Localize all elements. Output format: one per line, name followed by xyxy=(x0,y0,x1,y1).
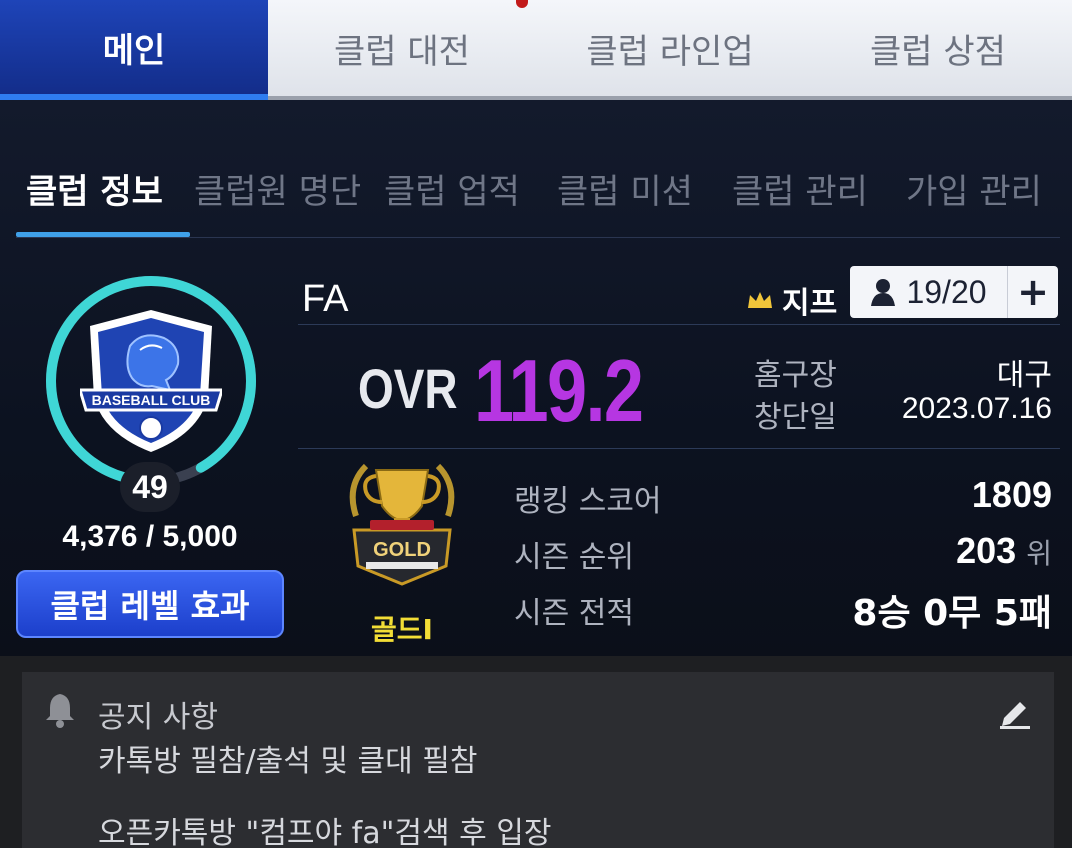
club-master: 지프 xyxy=(746,278,837,322)
tier-badge-text: GOLD xyxy=(373,539,431,561)
tab-club-lineup[interactable]: 클럽 라인업 xyxy=(536,0,804,96)
ranking-score-value: 1809 xyxy=(971,474,1052,515)
season-rank-label: 시즌 순위 xyxy=(514,540,634,575)
tab-club-missions[interactable]: 클럽 미션 xyxy=(557,164,693,213)
crown-icon xyxy=(748,292,772,308)
home-stadium-value: 대구 xyxy=(996,359,1052,392)
ranking-score-label: 랭킹 스코어 xyxy=(514,484,662,519)
season-rank-unit: 위 xyxy=(1026,537,1052,570)
notice-line-2: 오픈카톡방 "컴프야 fa"검색 후 입장 xyxy=(98,816,552,848)
ovr-divider xyxy=(298,448,1060,449)
tab-main[interactable]: 메인 xyxy=(0,0,268,100)
top-tab-bar: 메인 클럽 대전 클럽 라인업 클럽 상점 xyxy=(0,0,1072,100)
emblem-text: BASEBALL CLUB xyxy=(92,392,211,408)
club-name: FA xyxy=(302,278,349,320)
founded-value: 2023.07.16 xyxy=(901,392,1052,425)
club-level-badge: 49 xyxy=(120,462,180,512)
member-count-text: 19/20 xyxy=(906,273,987,310)
season-rank: 203 위 xyxy=(956,530,1052,572)
gold-tier-icon: GOLD xyxy=(349,463,455,586)
member-count[interactable]: 19/20 xyxy=(850,266,1008,318)
tab-club-shop[interactable]: 클럽 상점 xyxy=(804,0,1072,96)
tab-club-achievements[interactable]: 클럽 업적 xyxy=(384,164,520,213)
person-icon xyxy=(871,279,896,306)
tab-club-management[interactable]: 클럽 관리 xyxy=(732,164,868,213)
add-member-button[interactable]: + xyxy=(1008,266,1058,318)
bell-icon xyxy=(46,694,74,728)
edit-pencil-icon[interactable] xyxy=(998,694,1032,730)
header-divider xyxy=(298,324,1060,325)
club-emblem: BASEBALL CLUB xyxy=(80,310,222,452)
member-count-box: 19/20 + xyxy=(850,266,1058,318)
notice-title: 공지 사항 xyxy=(98,700,218,735)
ovr-value: 119.2 xyxy=(474,341,644,440)
tab-club-members[interactable]: 클럽원 명단 xyxy=(194,164,361,213)
home-stadium-label: 홈구장 xyxy=(754,358,837,393)
season-rank-value: 203 xyxy=(956,530,1017,571)
club-exp: 4,376 / 5,000 xyxy=(62,520,238,553)
founded-label: 창단일 xyxy=(754,400,837,435)
tab-join-management[interactable]: 가입 관리 xyxy=(906,164,1042,213)
season-record-value: 8승 0무 5패 xyxy=(852,593,1052,634)
ovr-label: OVR xyxy=(358,357,458,420)
club-master-name: 지프 xyxy=(782,286,838,321)
season-record-label: 시즌 전적 xyxy=(514,596,634,631)
tier-name: 골드I xyxy=(371,613,433,646)
active-tab-indicator xyxy=(16,232,190,237)
notice-line-1: 카톡방 필참/출석 및 클대 필참 xyxy=(98,744,478,779)
tab-club-info[interactable]: 클럽 정보 xyxy=(26,164,163,213)
sub-tab-bar: 클럽 정보 클럽원 명단 클럽 업적 클럽 미션 클럽 관리 가입 관리 xyxy=(16,150,1060,238)
club-level-effect-button[interactable]: 클럽 레벨 효과 xyxy=(16,570,284,638)
tab-club-battle[interactable]: 클럽 대전 xyxy=(268,0,536,96)
